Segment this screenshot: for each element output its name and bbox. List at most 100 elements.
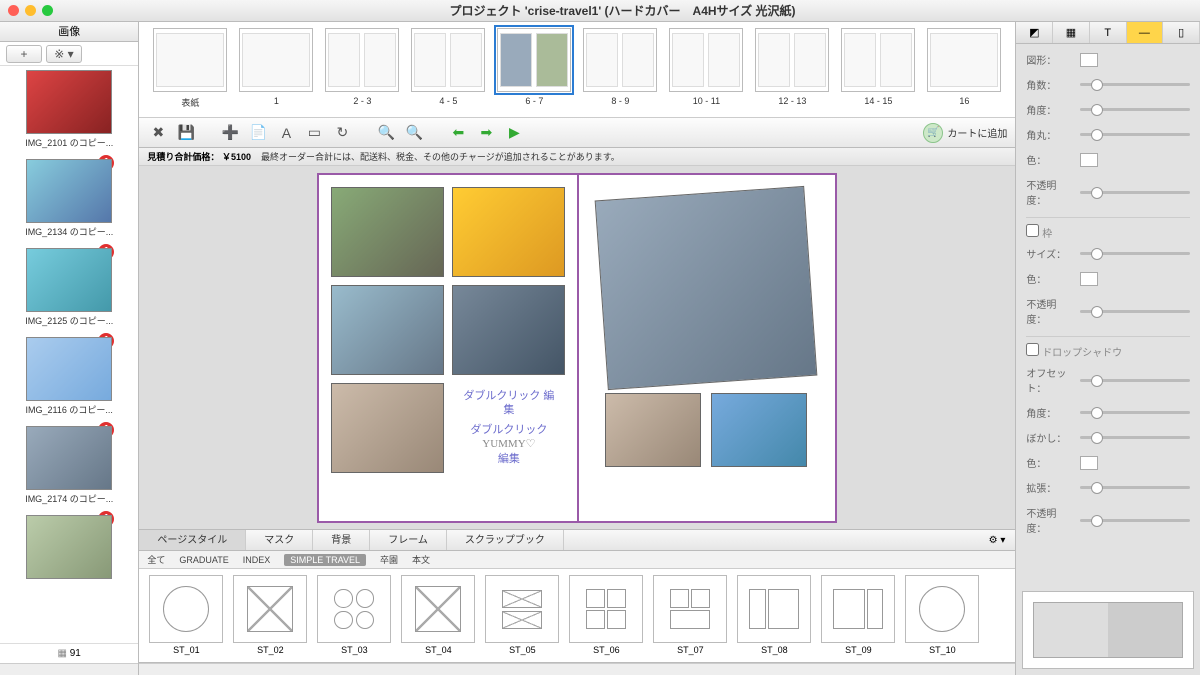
add-spread-button[interactable]: 📄 (247, 122, 269, 144)
delete-button[interactable]: ✖ (147, 122, 169, 144)
style-thumb[interactable]: ST_06 (567, 575, 645, 656)
add-image-button[interactable]: + (6, 45, 42, 63)
image-item[interactable]: 1 (6, 515, 132, 579)
cat-sotsuen[interactable]: 卒園 (380, 553, 398, 566)
opacity-slider[interactable] (1080, 191, 1190, 194)
photo-placeholder[interactable] (711, 393, 807, 467)
add-text-button[interactable]: A (275, 122, 297, 144)
shadow-checkbox[interactable] (1026, 343, 1039, 356)
traffic-lights (8, 5, 53, 16)
rtab-page-icon[interactable]: ▯ (1163, 22, 1200, 43)
page-thumb[interactable]: 16 (925, 28, 1003, 111)
shadow-angle-slider[interactable] (1080, 411, 1190, 414)
radius-slider[interactable] (1080, 133, 1190, 136)
minimize-icon[interactable] (25, 5, 36, 16)
style-thumb[interactable]: ST_07 (651, 575, 729, 656)
corners-slider[interactable] (1080, 83, 1190, 86)
cat-graduate[interactable]: GRADUATE (179, 555, 228, 565)
sidebar-gear-button[interactable]: ※ ▾ (46, 45, 82, 63)
image-item[interactable]: IMG_2101 のコピー... (6, 70, 132, 149)
shadow-blur-slider[interactable] (1080, 436, 1190, 439)
main-toolbar: ✖ 💾 ➕ 📄 A ▭ ↻ 🔍 🔍 ⬅ ➡ ▶ 🛒 カートに追加 (139, 118, 1015, 148)
minimap[interactable] (1022, 591, 1194, 669)
border-opacity-slider[interactable] (1080, 310, 1190, 313)
page-thumb[interactable]: 12 - 13 (753, 28, 831, 111)
save-button[interactable]: 💾 (175, 122, 197, 144)
tab-background[interactable]: 背景 (313, 530, 370, 550)
page-thumb[interactable]: 8 - 9 (581, 28, 659, 111)
add-page-button[interactable]: ➕ (219, 122, 241, 144)
page-thumb[interactable]: 4 - 5 (409, 28, 487, 111)
image-count: 91 (0, 643, 138, 663)
next-page-button[interactable]: ➡ (475, 122, 497, 144)
shadow-spread-slider[interactable] (1080, 486, 1190, 489)
border-size-slider[interactable] (1080, 252, 1190, 255)
shadow-color-swatch[interactable] (1080, 456, 1098, 470)
rtab-style-icon[interactable]: — (1127, 22, 1164, 43)
right-page[interactable] (577, 175, 835, 521)
image-item[interactable]: 1IMG_2125 のコピー... (6, 248, 132, 327)
photo-placeholder[interactable] (595, 185, 818, 389)
rotate-button[interactable]: ↻ (331, 122, 353, 144)
border-color-swatch[interactable] (1080, 272, 1098, 286)
bottom-tabs: ページスタイル マスク 背景 フレーム スクラップブック ⚙ ▾ (139, 529, 1015, 551)
cart-icon[interactable]: 🛒 (923, 123, 943, 143)
bottom-gear-button[interactable]: ⚙ ▾ (979, 535, 1016, 546)
page-thumb[interactable]: 2 - 3 (323, 28, 401, 111)
image-item[interactable]: 1IMG_2174 のコピー... (6, 426, 132, 505)
right-tabs: ◩ ▦ T — ▯ (1016, 22, 1200, 44)
page-thumb[interactable]: 10 - 11 (667, 28, 745, 111)
canvas[interactable]: ダブルクリック 編集 ダブルクリック YUMMY♡ 編集 (139, 166, 1015, 529)
rtab-shape-icon[interactable]: ◩ (1016, 22, 1053, 43)
style-thumb[interactable]: ST_04 (399, 575, 477, 656)
style-thumb[interactable]: ST_02 (231, 575, 309, 656)
shape-swatch[interactable] (1080, 53, 1098, 67)
cat-index[interactable]: INDEX (243, 555, 271, 565)
tab-frame[interactable]: フレーム (370, 530, 447, 550)
photo-placeholder[interactable] (605, 393, 701, 467)
photo-placeholder[interactable] (331, 383, 444, 473)
cat-honbun[interactable]: 本文 (412, 553, 430, 566)
page-thumb[interactable]: 14 - 15 (839, 28, 917, 111)
image-item[interactable]: 1IMG_2134 のコピー... (6, 159, 132, 238)
shadow-opacity-slider[interactable] (1080, 519, 1190, 522)
photo-placeholder[interactable] (331, 187, 444, 277)
zoom-in-button[interactable]: 🔍 (403, 122, 425, 144)
styles-scrollbar[interactable] (139, 663, 1015, 675)
shadow-offset-slider[interactable] (1080, 379, 1190, 382)
style-thumb[interactable]: ST_09 (819, 575, 897, 656)
style-thumb[interactable]: ST_08 (735, 575, 813, 656)
style-thumb[interactable]: ST_03 (315, 575, 393, 656)
style-thumb[interactable]: ST_01 (147, 575, 225, 656)
cat-all[interactable]: 全て (147, 553, 165, 566)
tab-scrapbook[interactable]: スクラップブック (447, 530, 564, 550)
tab-pagestyle[interactable]: ページスタイル (139, 530, 246, 550)
photo-placeholder[interactable] (452, 285, 565, 375)
cat-simpletravel[interactable]: SIMPLE TRAVEL (284, 554, 366, 566)
photo-placeholder[interactable] (452, 187, 565, 277)
style-thumb[interactable]: ST_10 (903, 575, 981, 656)
prev-page-button[interactable]: ⬅ (447, 122, 469, 144)
page-thumb-cover[interactable]: 表紙 (151, 28, 229, 111)
play-button[interactable]: ▶ (503, 122, 525, 144)
cart-label[interactable]: カートに追加 (947, 125, 1007, 140)
angle-slider[interactable] (1080, 108, 1190, 111)
style-thumb[interactable]: ST_05 (483, 575, 561, 656)
zoom-out-button[interactable]: 🔍 (375, 122, 397, 144)
photo-placeholder[interactable] (331, 285, 444, 375)
border-checkbox[interactable] (1026, 224, 1039, 237)
rtab-text-icon[interactable]: T (1090, 22, 1127, 43)
page-thumb-selected[interactable]: 6 - 7 (495, 28, 573, 111)
left-page[interactable]: ダブルクリック 編集 ダブルクリック YUMMY♡ 編集 (319, 175, 577, 521)
image-item[interactable]: 1IMG_2116 のコピー... (6, 337, 132, 416)
close-icon[interactable] (8, 5, 19, 16)
rtab-layers-icon[interactable]: ▦ (1053, 22, 1090, 43)
maximize-icon[interactable] (42, 5, 53, 16)
add-shape-button[interactable]: ▭ (303, 122, 325, 144)
tab-mask[interactable]: マスク (246, 530, 313, 550)
page-thumb[interactable]: 1 (237, 28, 315, 111)
image-thumb (26, 337, 112, 401)
color-swatch[interactable] (1080, 153, 1098, 167)
text-block[interactable]: ダブルクリック 編集 ダブルクリック YUMMY♡ 編集 (452, 383, 565, 473)
sidebar-scrollbar[interactable] (0, 663, 138, 675)
